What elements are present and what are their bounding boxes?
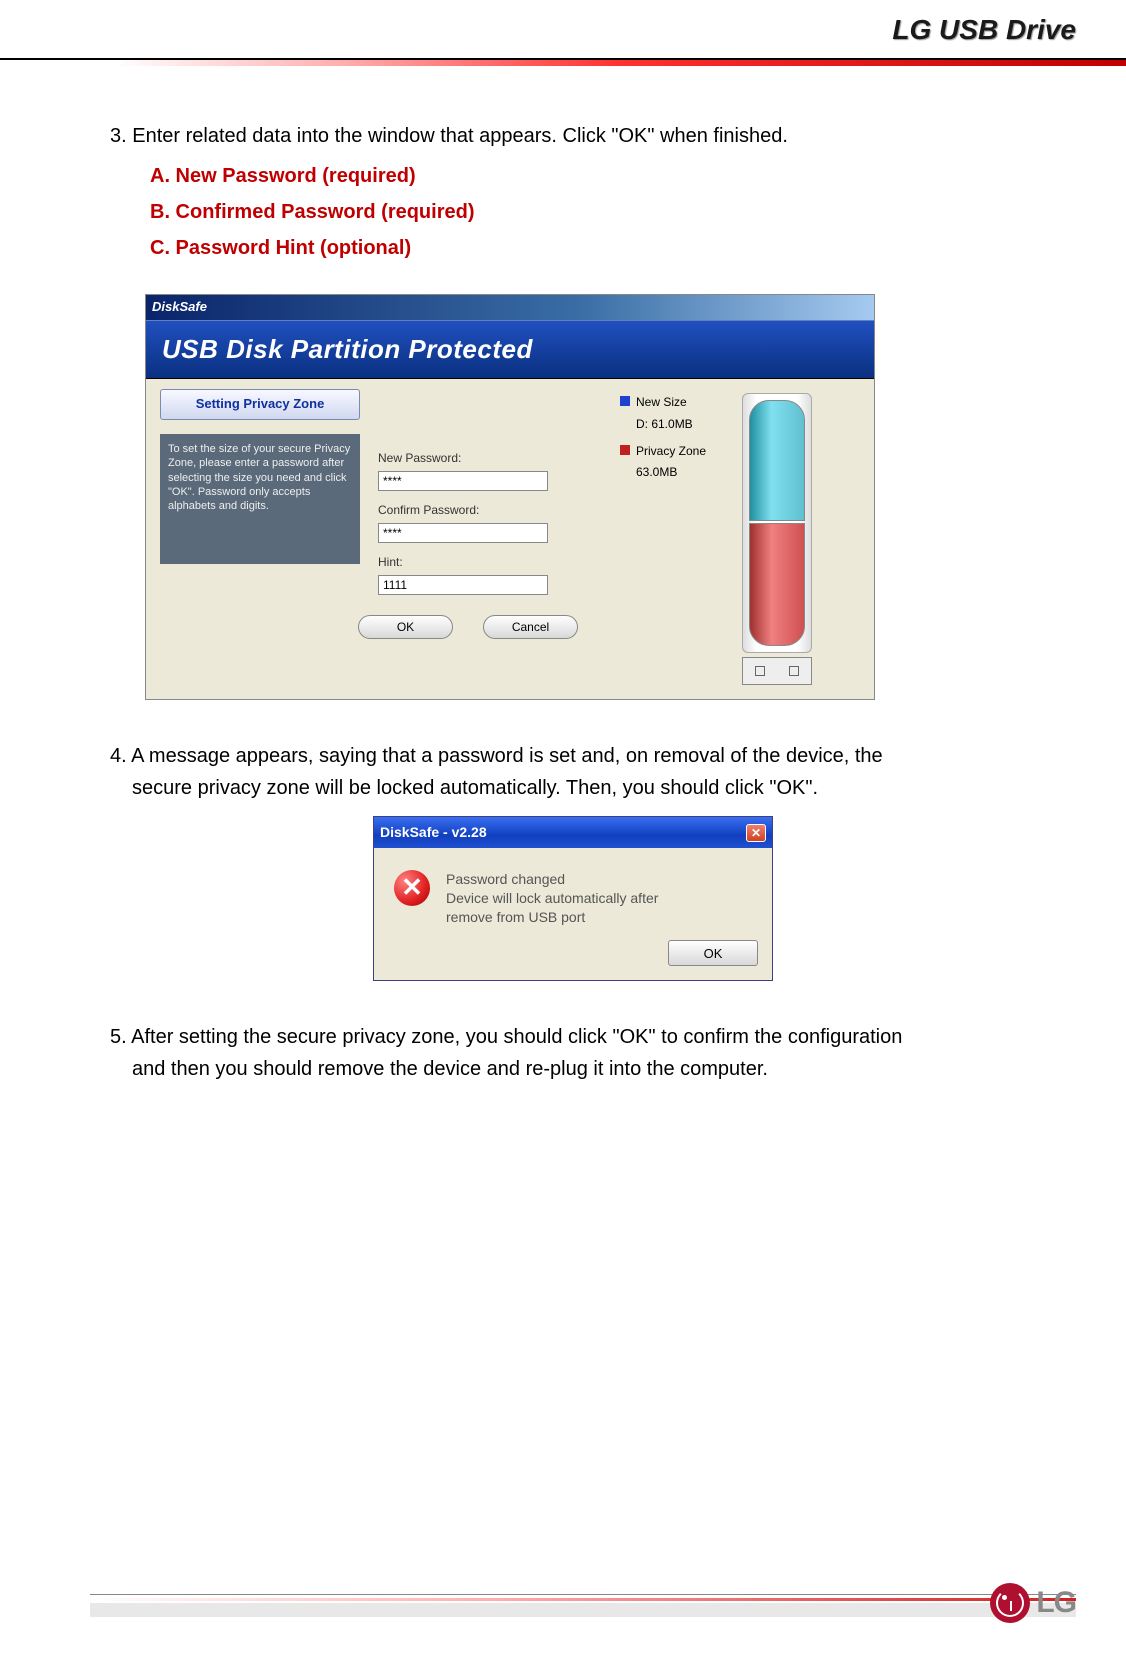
page-content: 3. Enter related data into the window th… <box>0 60 1126 1085</box>
lg-logo-icon <box>990 1583 1030 1623</box>
confirm-msg-line3: remove from USB port <box>446 908 658 927</box>
disksafe-titlebar[interactable]: DiskSafe <box>146 295 874 320</box>
page-footer: LG <box>90 1594 1076 1617</box>
new-password-label: New Password: <box>378 449 602 468</box>
size-legend: New Size D: 61.0MB Privacy Zone 63.0MB <box>620 393 730 685</box>
close-icon[interactable]: ✕ <box>746 824 766 842</box>
step-3-text: 3. Enter related data into the window th… <box>110 120 1036 152</box>
step-4-line2: secure privacy zone will be locked autom… <box>132 772 1036 804</box>
legend-new-size-label: New Size <box>636 393 687 412</box>
confirm-password-label: Confirm Password: <box>378 501 602 520</box>
confirm-message: Password changed Device will lock automa… <box>446 870 658 927</box>
footer-accent-bar <box>90 1598 1076 1601</box>
confirm-msg-line2: Device will lock automatically after <box>446 889 658 908</box>
error-icon: ✕ <box>394 870 430 906</box>
confirm-password-input[interactable] <box>378 523 548 543</box>
lg-logo: LG <box>990 1583 1076 1623</box>
legend-swatch-blue <box>620 396 630 406</box>
ok-button[interactable]: OK <box>358 615 453 639</box>
confirm-dialog: DiskSafe - v2.28 ✕ ✕ Password changed De… <box>373 816 773 981</box>
usb-gauge[interactable] <box>742 393 812 685</box>
header-accent-bar <box>0 60 1126 66</box>
step-3b: B. Confirmed Password (required) <box>150 196 1036 228</box>
step-3-substeps: A. New Password (required) B. Confirmed … <box>150 160 1036 264</box>
hint-label: Hint: <box>378 553 602 572</box>
confirm-titlebar[interactable]: DiskSafe - v2.28 ✕ <box>374 817 772 847</box>
step-5-line2: and then you should remove the device an… <box>132 1053 1036 1085</box>
hint-input[interactable] <box>378 575 548 595</box>
step-4-line1: 4. A message appears, saying that a pass… <box>132 740 1036 772</box>
step-5: 5. After setting the secure privacy zone… <box>110 1021 1036 1085</box>
step-3a: A. New Password (required) <box>150 160 1036 192</box>
new-password-input[interactable] <box>378 471 548 491</box>
confirm-ok-button[interactable]: OK <box>668 940 758 966</box>
legend-privacy-value: 63.0MB <box>636 463 730 482</box>
disksafe-banner: USB Disk Partition Protected <box>146 320 874 380</box>
usb-gauge-privacy <box>749 523 805 646</box>
lg-logo-text: LG <box>1036 1586 1076 1620</box>
cancel-button[interactable]: Cancel <box>483 615 578 639</box>
step-4: 4. A message appears, saying that a pass… <box>110 740 1036 804</box>
usb-gauge-public <box>749 400 805 521</box>
step-3c: C. Password Hint (optional) <box>150 232 1036 264</box>
page-header: LG USB Drive <box>0 0 1126 60</box>
tab-setting-privacy-zone[interactable]: Setting Privacy Zone <box>160 389 360 420</box>
page-title: LG USB Drive <box>892 14 1076 46</box>
usb-plug-icon <box>742 657 812 685</box>
legend-privacy-label: Privacy Zone <box>636 442 706 461</box>
confirm-title-text: DiskSafe - v2.28 <box>380 821 487 843</box>
legend-new-size-value: D: 61.0MB <box>636 415 730 434</box>
privacy-zone-help-text: To set the size of your secure Privacy Z… <box>160 434 360 564</box>
step-5-line1: 5. After setting the secure privacy zone… <box>132 1021 1036 1053</box>
legend-swatch-red <box>620 445 630 455</box>
confirm-msg-line1: Password changed <box>446 870 658 889</box>
disksafe-dialog: DiskSafe USB Disk Partition Protected Se… <box>145 294 1036 700</box>
